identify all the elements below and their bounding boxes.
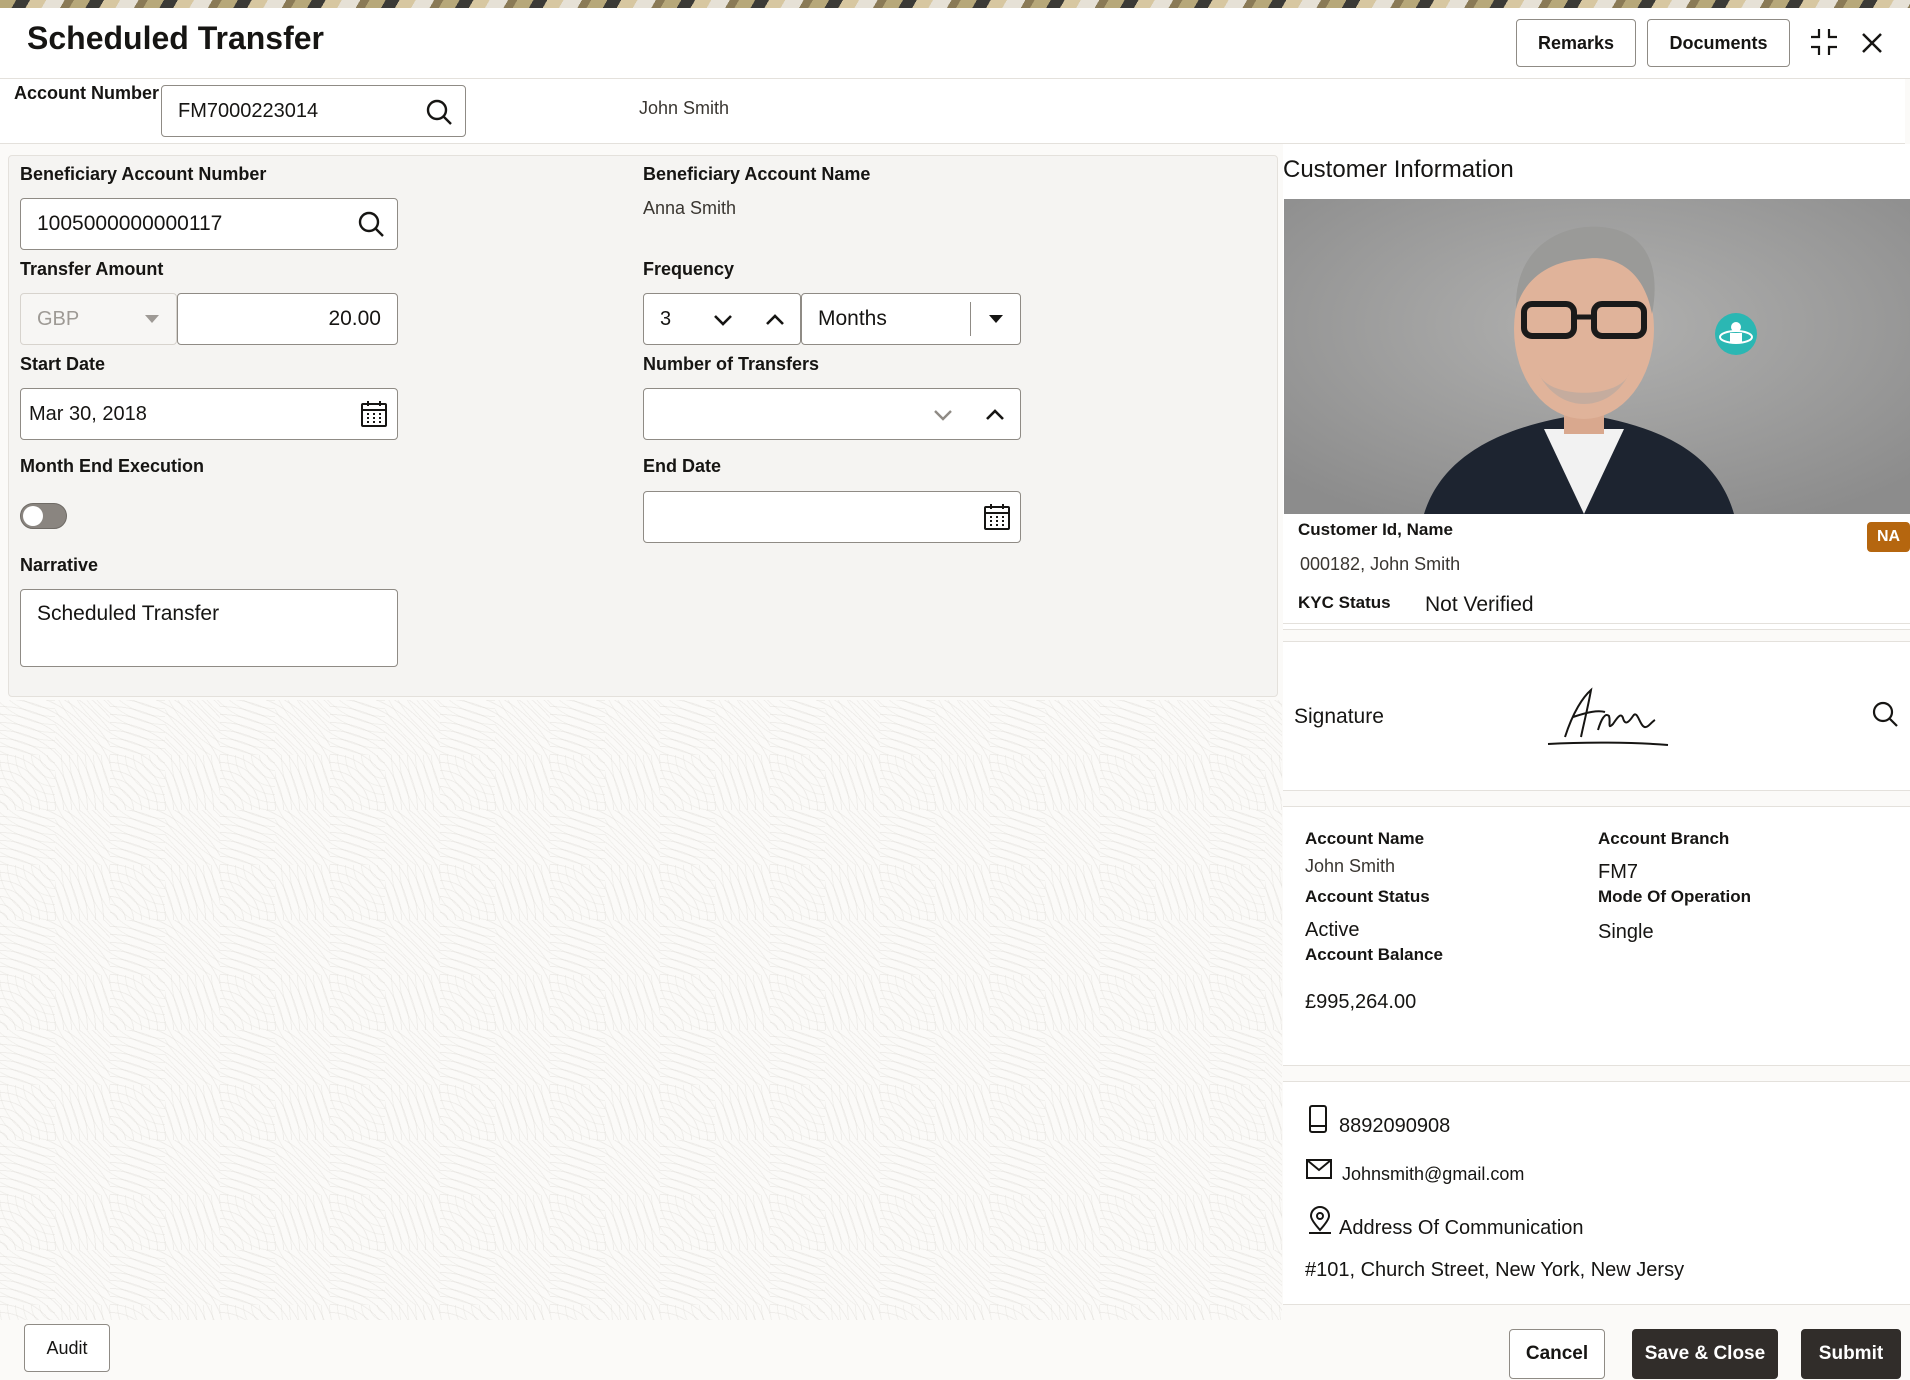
narrative-value: Scheduled Transfer — [37, 602, 220, 625]
start-date-input[interactable]: Mar 30, 2018 — [20, 388, 398, 440]
page-title: Scheduled Transfer — [27, 20, 324, 56]
frequency-unit-select[interactable]: Months — [801, 293, 1021, 345]
account-status-label: Account Status — [1305, 887, 1430, 906]
account-name-value: John Smith — [1305, 856, 1396, 876]
chevron-down-icon[interactable] — [712, 310, 734, 330]
beneficiary-account-name-label: Beneficiary Account Name — [643, 164, 871, 184]
account-balance-label: Account Balance — [1305, 945, 1443, 964]
top-decorative-band — [0, 0, 1910, 8]
background-pattern — [0, 700, 1282, 1320]
start-date-value: Mar 30, 2018 — [29, 402, 147, 425]
customer-portrait-image — [1284, 199, 1910, 514]
close-icon[interactable] — [1857, 28, 1887, 58]
kyc-status-label: KYC Status — [1298, 593, 1391, 612]
frequency-label: Frequency — [643, 259, 735, 279]
beneficiary-account-number-value: 1005000000000117 — [37, 212, 223, 235]
currency-value: GBP — [37, 307, 80, 330]
customer-identity-section: Customer Id, Name 000182, John Smith KYC… — [1283, 514, 1910, 624]
select-divider — [970, 302, 971, 336]
frequency-count-value: 3 — [660, 307, 672, 330]
address-label: Address Of Communication — [1339, 1217, 1584, 1239]
end-date-label: End Date — [643, 456, 722, 476]
account-branch-label: Account Branch — [1598, 829, 1730, 848]
account-branch-value: FM7 — [1598, 861, 1638, 883]
narrative-textarea[interactable]: Scheduled Transfer — [20, 589, 398, 667]
account-number-value: FM7000223014 — [178, 99, 319, 122]
email-address: Johnsmith@gmail.com — [1342, 1164, 1525, 1184]
mail-icon — [1305, 1158, 1333, 1185]
kyc-status-value: Not Verified — [1425, 593, 1534, 616]
minimize-icon[interactable] — [1808, 26, 1840, 58]
save-and-close-button[interactable]: Save & Close — [1632, 1329, 1778, 1379]
end-date-input[interactable] — [643, 491, 1021, 543]
signature-section: Signature — [1283, 641, 1910, 791]
chevron-up-icon[interactable] — [984, 405, 1006, 425]
month-end-execution-toggle[interactable] — [20, 503, 67, 529]
page-header: Scheduled Transfer Remarks Documents — [0, 8, 1910, 79]
frequency-unit-value: Months — [818, 307, 887, 330]
transfer-amount-input[interactable]: 20.00 — [177, 293, 398, 345]
transfer-form-panel: Beneficiary Account Number 1005000000000… — [8, 155, 1278, 697]
mode-of-operation-label: Mode Of Operation — [1598, 887, 1751, 906]
calendar-icon[interactable] — [359, 399, 389, 429]
transfer-amount-label: Transfer Amount — [20, 259, 164, 279]
customer-photo — [1284, 199, 1910, 514]
account-name-label: Account Name — [1305, 829, 1425, 848]
caret-down-icon[interactable] — [988, 314, 1004, 324]
account-status-value: Active — [1305, 919, 1360, 941]
month-end-execution-label: Month End Execution — [20, 456, 204, 476]
search-icon[interactable] — [357, 210, 385, 238]
caret-down-icon — [144, 314, 160, 324]
account-number-label: Account Number — [14, 83, 160, 103]
contact-details-section: 8892090908 Johnsmith@gmail.com Address O… — [1283, 1081, 1910, 1305]
customer-id-name-value: 000182, John Smith — [1300, 554, 1461, 574]
submit-button[interactable]: Submit — [1801, 1329, 1901, 1379]
frequency-count-stepper[interactable]: 3 — [643, 293, 801, 345]
customer-info-title: Customer Information — [1283, 156, 1514, 183]
account-bar: Account Number FM7000223014 John Smith — [0, 79, 1905, 144]
account-details-section: Account Name John Smith Account Branch F… — [1283, 806, 1910, 1066]
status-badge: NA — [1867, 522, 1910, 552]
mode-of-operation-value: Single — [1598, 921, 1654, 943]
cancel-button[interactable]: Cancel — [1509, 1329, 1605, 1379]
documents-button[interactable]: Documents — [1647, 19, 1790, 67]
phone-number: 8892090908 — [1339, 1115, 1451, 1137]
transfer-amount-value: 20.00 — [328, 307, 381, 330]
signature-image — [1547, 687, 1669, 746]
signature-label: Signature — [1294, 705, 1384, 728]
remarks-button[interactable]: Remarks — [1516, 19, 1636, 67]
beneficiary-account-name-value: Anna Smith — [643, 198, 737, 218]
currency-select: GBP — [20, 293, 177, 345]
address-value: #101, Church Street, New York, New Jersy — [1305, 1259, 1685, 1281]
beneficiary-account-number-field[interactable]: 1005000000000117 — [20, 198, 398, 250]
number-of-transfers-label: Number of Transfers — [643, 354, 820, 374]
phone-icon — [1307, 1104, 1329, 1139]
account-balance-value: £995,264.00 — [1305, 991, 1417, 1013]
location-pin-icon — [1306, 1206, 1334, 1241]
chevron-down-icon[interactable] — [932, 405, 954, 425]
number-of-transfers-stepper[interactable] — [643, 388, 1021, 440]
audit-button[interactable]: Audit — [24, 1324, 110, 1372]
account-holder-name: John Smith — [639, 98, 730, 118]
customer-id-name-label: Customer Id, Name — [1298, 520, 1453, 539]
calendar-icon[interactable] — [982, 502, 1012, 532]
search-icon[interactable] — [425, 98, 453, 126]
account-number-field[interactable]: FM7000223014 — [161, 85, 466, 137]
narrative-label: Narrative — [20, 555, 99, 575]
chevron-up-icon[interactable] — [764, 310, 786, 330]
zoom-signature-icon[interactable] — [1871, 700, 1899, 733]
start-date-label: Start Date — [20, 354, 106, 374]
beneficiary-account-number-label: Beneficiary Account Number — [20, 164, 267, 184]
